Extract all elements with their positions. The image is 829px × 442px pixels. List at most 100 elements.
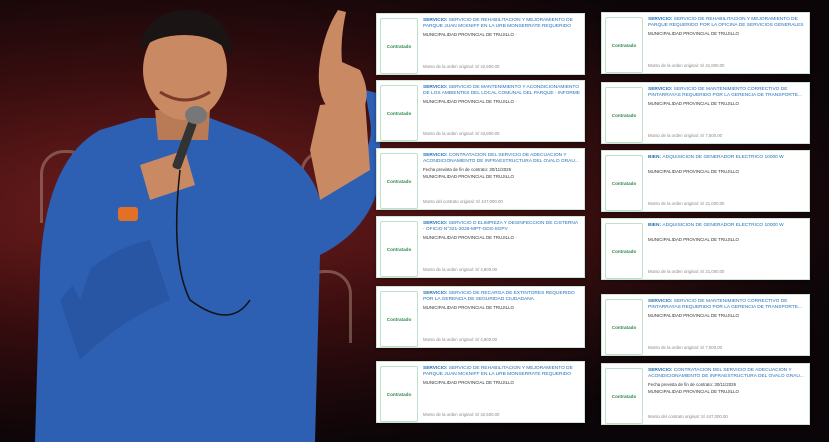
contract-card[interactable]: Contratado SERVICIO: SERVICIO DE RECARGA…: [376, 286, 585, 348]
status-badge: Contratado: [380, 291, 418, 347]
card-body: SERVICIO: SERVICIO DE REHABILITACION Y M…: [648, 17, 805, 36]
amount-label: Monto de la orden original:: [423, 337, 476, 342]
contract-card[interactable]: Contratado SERVICIO: CONTRATACION DEL SE…: [376, 148, 585, 210]
status-badge: Contratado: [605, 368, 643, 424]
amount-label: Monto de la orden original:: [423, 267, 476, 272]
contract-title[interactable]: BIEN: ADQUISICION DE GENERADOR ELECTRICO…: [648, 155, 805, 167]
amount-line: Monto de la orden original: S/ 21,000.00: [648, 269, 724, 274]
amount-value: S/ 42,500.00: [475, 412, 500, 417]
contract-card[interactable]: Contratado SERVICIO: CONTRATACION DEL SE…: [601, 363, 810, 425]
contract-title[interactable]: SERVICIO: CONTRATACION DEL SERVICIO DE A…: [648, 368, 805, 380]
contract-title[interactable]: SERVICIO: SERVICIO DE MANTENIMIENTO CORR…: [648, 87, 805, 99]
card-info-line: MUNICIPALIDAD PROVINCIAL DE TRUJILLO: [648, 389, 739, 394]
contract-title[interactable]: SERVICIO: SERVICIO DE REHABILITACION Y M…: [648, 17, 805, 29]
contract-title[interactable]: SERVICIO: SERVICIO DE RECARGA DE EXTINTO…: [423, 291, 580, 303]
status-badge: Contratado: [605, 299, 643, 355]
amount-value: S/ 21,000.00: [700, 269, 725, 274]
amount-label: Monto de la orden original:: [648, 269, 701, 274]
amount-line: Monto de la orden original: S/ 43,800.00: [423, 131, 499, 136]
card-body: SERVICIO: SERVICIO DE REHABILITACION Y M…: [423, 366, 580, 385]
amount-line: Monto de la orden original: S/ 42,500.00: [423, 64, 499, 69]
contract-card[interactable]: Contratado SERVICIO: SERVICIO DE MANTENI…: [601, 294, 810, 356]
contract-type: SERVICIO:: [423, 366, 449, 371]
card-info-line: Fecha prevista de fin de contrato: 30/11…: [423, 167, 512, 172]
card-info-line: Fecha prevista de fin de contrato: 30/11…: [648, 382, 737, 387]
contract-title[interactable]: BIEN: ADQUISICION DE GENERADOR ELECTRICO…: [648, 223, 805, 235]
card-info-line: MUNICIPALIDAD PROVINCIAL DE TRUJILLO: [648, 31, 739, 36]
card-info-line: MUNICIPALIDAD PROVINCIAL DE TRUJILLO: [423, 99, 514, 104]
card-body: BIEN: ADQUISICION DE GENERADOR ELECTRICO…: [648, 223, 805, 242]
amount-value: S/ 4,800.00: [475, 267, 498, 272]
contract-title[interactable]: SERVICIO: SERVICIO DE MANTENIMIENTO Y AC…: [423, 85, 580, 97]
amount-line: Monto de la orden original: S/ 21,000.00: [648, 201, 724, 206]
amount-line: Monto de la orden original: S/ 4,900.00: [423, 337, 497, 342]
card-info-line: MUNICIPALIDAD PROVINCIAL DE TRUJILLO: [423, 174, 514, 179]
amount-value: S/ 7,500.00: [700, 133, 723, 138]
status-badge: Contratado: [380, 221, 418, 277]
amount-label: Monto del contrato original:: [423, 199, 477, 204]
amount-line: Monto del contrato original: S/ 447,000.…: [648, 414, 728, 419]
contract-card[interactable]: Contratado SERVICIO: SERVICIO DE REHABIL…: [601, 12, 810, 74]
status-badge: Contratado: [380, 366, 418, 422]
amount-value: S/ 7,000.00: [700, 345, 723, 350]
contract-card[interactable]: Contratado SERVICIO: SERVICIO DE REHABIL…: [376, 13, 585, 75]
contract-card[interactable]: Contratado SERVICIO: SERVICIO D ELIMPIEZ…: [376, 216, 585, 278]
card-body: SERVICIO: SERVICIO DE MANTENIMIENTO CORR…: [648, 299, 805, 318]
contract-card[interactable]: Contratado BIEN: ADQUISICION DE GENERADO…: [601, 218, 810, 280]
status-badge: Contratado: [380, 153, 418, 209]
contract-type: SERVICIO:: [648, 87, 674, 92]
status-badge: Contratado: [605, 17, 643, 73]
contract-title-text: ADQUISICION DE GENERADOR ELECTRICO 10000…: [662, 155, 784, 160]
card-body: SERVICIO: CONTRATACION DEL SERVICIO DE A…: [423, 153, 580, 179]
card-info-line: MUNICIPALIDAD PROVINCIAL DE TRUJILLO: [648, 101, 739, 106]
amount-value: S/ 42,500.00: [475, 64, 500, 69]
contract-title[interactable]: SERVICIO: SERVICIO DE REHABILITACION Y M…: [423, 366, 580, 378]
amount-label: Monto de la orden original:: [648, 133, 701, 138]
amount-value: S/ 447,000.00: [701, 414, 728, 419]
amount-value: S/ 4,900.00: [475, 337, 498, 342]
card-body: SERVICIO: SERVICIO DE MANTENIMIENTO Y AC…: [423, 85, 580, 104]
status-badge: Contratado: [605, 87, 643, 143]
contract-type: SERVICIO:: [648, 299, 674, 304]
contract-type: SERVICIO:: [648, 368, 674, 373]
card-info-line: MUNICIPALIDAD PROVINCIAL DE TRUJILLO: [648, 237, 739, 242]
contract-card[interactable]: Contratado BIEN: ADQUISICION DE GENERADO…: [601, 150, 810, 212]
card-body: SERVICIO: CONTRATACION DEL SERVICIO DE A…: [648, 368, 805, 394]
contract-card[interactable]: Contratado SERVICIO: SERVICIO DE MANTENI…: [601, 82, 810, 144]
card-info-line: MUNICIPALIDAD PROVINCIAL DE TRUJILLO: [423, 305, 514, 310]
status-badge: Contratado: [605, 155, 643, 211]
card-info-line: MUNICIPALIDAD PROVINCIAL DE TRUJILLO: [423, 235, 514, 240]
contract-type: SERVICIO:: [423, 85, 449, 90]
amount-label: Monto de la orden original:: [648, 345, 701, 350]
card-body: BIEN: ADQUISICION DE GENERADOR ELECTRICO…: [648, 155, 805, 174]
contract-title[interactable]: SERVICIO: SERVICIO DE REHABILITACION Y M…: [423, 18, 580, 30]
contract-title[interactable]: SERVICIO: SERVICIO D ELIMPIEZA Y DESINFE…: [423, 221, 580, 233]
contract-card[interactable]: Contratado SERVICIO: SERVICIO DE REHABIL…: [376, 361, 585, 423]
status-badge: Contratado: [380, 85, 418, 141]
amount-label: Monto de la orden original:: [648, 63, 701, 68]
contract-type: SERVICIO:: [423, 18, 449, 23]
contract-type: BIEN:: [648, 155, 663, 160]
contract-type: SERVICIO:: [423, 221, 449, 226]
amount-label: Monto del contrato original:: [648, 414, 702, 419]
contract-type: SERVICIO:: [423, 291, 449, 296]
contract-title[interactable]: SERVICIO: SERVICIO DE MANTENIMIENTO CORR…: [648, 299, 805, 311]
contract-title[interactable]: SERVICIO: CONTRATACION DEL SERVICIO DE A…: [423, 153, 580, 165]
card-info-line: MUNICIPALIDAD PROVINCIAL DE TRUJILLO: [423, 380, 514, 385]
card-info-line: MUNICIPALIDAD PROVINCIAL DE TRUJILLO: [648, 313, 739, 318]
card-info-line: MUNICIPALIDAD PROVINCIAL DE TRUJILLO: [423, 32, 514, 37]
amount-line: Monto de la orden original: S/ 4,800.00: [423, 267, 497, 272]
amount-label: Monto de la orden original:: [648, 201, 701, 206]
card-body: SERVICIO: SERVICIO DE RECARGA DE EXTINTO…: [423, 291, 580, 310]
amount-line: Monto de la orden original: S/ 7,500.00: [648, 133, 722, 138]
contract-title-text: ADQUISICION DE GENERADOR ELECTRICO 10000…: [662, 223, 784, 228]
speaker-photo: [35, 10, 380, 442]
contract-type: SERVICIO:: [648, 17, 674, 22]
amount-label: Monto de la orden original:: [423, 131, 476, 136]
card-body: SERVICIO: SERVICIO D ELIMPIEZA Y DESINFE…: [423, 221, 580, 240]
contract-card[interactable]: Contratado SERVICIO: SERVICIO DE MANTENI…: [376, 80, 585, 142]
status-badge: Contratado: [605, 223, 643, 279]
amount-value: S/ 43,800.00: [475, 131, 500, 136]
amount-value: S/ 447,000.00: [476, 199, 503, 204]
amount-label: Monto de la orden original:: [423, 64, 476, 69]
